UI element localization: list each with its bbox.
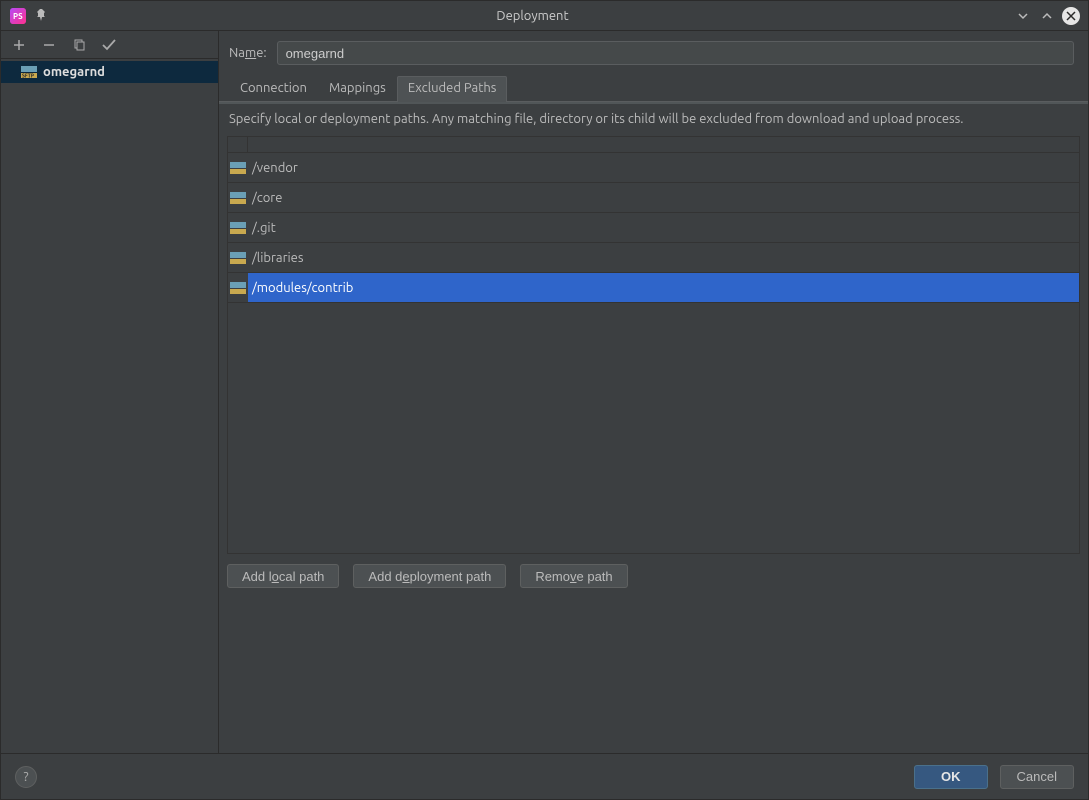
svg-text:PS: PS: [13, 12, 23, 21]
tab-excluded-paths[interactable]: Excluded Paths: [397, 76, 508, 102]
server-item-label: omegarnd: [43, 65, 105, 79]
remove-server-icon[interactable]: [41, 37, 57, 53]
path-cell: /libraries: [248, 251, 1079, 265]
cancel-button[interactable]: Cancel: [1000, 765, 1074, 789]
path-cell: /core: [248, 191, 1079, 205]
sftp-icon: [228, 222, 248, 234]
add-deployment-path-button[interactable]: Add deployment path: [353, 564, 506, 588]
server-list: SFTP omegarnd: [1, 59, 218, 753]
add-local-path-button[interactable]: Add local path: [227, 564, 339, 588]
server-item-omegarnd[interactable]: SFTP omegarnd: [1, 61, 218, 83]
window-controls: [1014, 7, 1080, 25]
excluded-paths-table: /vendor /core /.git: [227, 136, 1080, 554]
path-cell: /vendor: [248, 161, 1079, 175]
content-pane: Name: Connection Mappings Excluded Paths…: [219, 31, 1088, 753]
table-header-icon-col: [228, 137, 248, 152]
add-server-icon[interactable]: [11, 37, 27, 53]
table-row[interactable]: /vendor: [228, 153, 1079, 183]
pin-icon[interactable]: [35, 8, 51, 24]
sftp-icon: [228, 252, 248, 264]
tab-mappings[interactable]: Mappings: [318, 76, 397, 102]
chevron-up-icon[interactable]: [1038, 7, 1056, 25]
main-area: SFTP omegarnd Name: Connection Mappings …: [1, 31, 1088, 753]
help-button[interactable]: ?: [15, 766, 37, 788]
table-row[interactable]: /.git: [228, 213, 1079, 243]
remove-path-button[interactable]: Remove path: [520, 564, 627, 588]
table-row[interactable]: /core: [228, 183, 1079, 213]
dialog-title: Deployment: [51, 9, 1014, 23]
path-cell: /.git: [248, 221, 1079, 235]
titlebar: PS Deployment: [1, 1, 1088, 31]
server-name-input[interactable]: [277, 41, 1074, 65]
name-row: Name:: [219, 31, 1088, 75]
path-action-row: Add local path Add deployment path Remov…: [219, 554, 1088, 598]
server-sidebar: SFTP omegarnd: [1, 31, 219, 753]
name-label: Name:: [229, 46, 267, 60]
table-header-path-col: [248, 137, 1079, 152]
excluded-paths-description: Specify local or deployment paths. Any m…: [219, 104, 1088, 136]
path-cell: /modules/contrib: [248, 273, 1079, 302]
tabs: Connection Mappings Excluded Paths: [219, 75, 1088, 101]
ok-button[interactable]: OK: [914, 765, 988, 789]
sftp-icon: [228, 162, 248, 174]
sftp-icon: [228, 282, 248, 294]
deployment-dialog: PS Deployment: [0, 0, 1089, 800]
chevron-down-icon[interactable]: [1014, 7, 1032, 25]
phpstorm-app-icon: PS: [9, 7, 27, 25]
sidebar-toolbar: [1, 31, 218, 59]
close-icon[interactable]: [1062, 7, 1080, 25]
table-row[interactable]: /modules/contrib: [228, 273, 1079, 303]
svg-text:SFTP: SFTP: [22, 73, 34, 79]
set-default-icon[interactable]: [101, 37, 117, 53]
content-spacer: [219, 598, 1088, 753]
copy-server-icon[interactable]: [71, 37, 87, 53]
table-row[interactable]: /libraries: [228, 243, 1079, 273]
sftp-icon: [228, 192, 248, 204]
table-header: [228, 137, 1079, 153]
sftp-icon: SFTP: [21, 66, 37, 78]
table-empty-area: [228, 303, 1079, 553]
dialog-footer: ? OK Cancel: [1, 753, 1088, 799]
tab-connection[interactable]: Connection: [229, 76, 318, 102]
